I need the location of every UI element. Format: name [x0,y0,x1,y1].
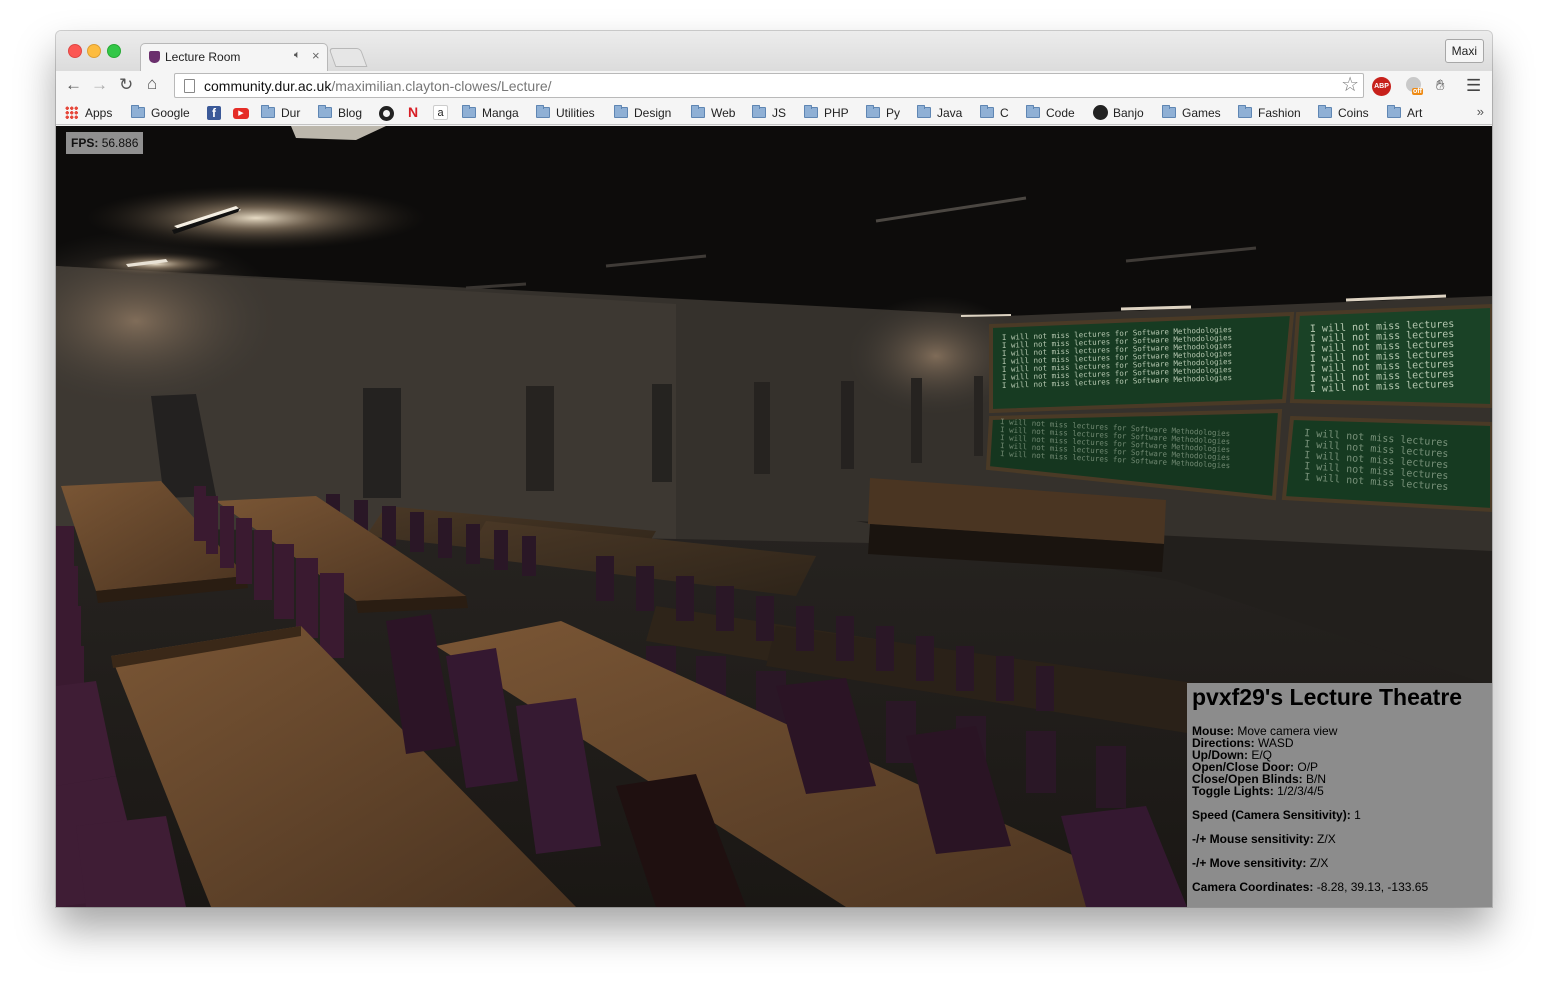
off-badge-icon[interactable]: off [1404,76,1426,98]
close-window-button[interactable] [68,44,82,58]
move-sensitivity-readout: -/+ Move sensitivity: Z/X [1192,856,1329,870]
controls-info-panel: pvxf29's Lecture Theatre Mouse: Move cam… [1187,683,1492,907]
folder-icon [131,105,145,118]
folder-icon [261,105,275,118]
netflix-icon: N [408,104,419,120]
bookmarks-bar: Apps Google f ▶ Dur Blog N a Manga Utili… [56,101,1492,125]
new-tab-button[interactable] [328,48,368,67]
url-host: community.dur.ac.uk [204,78,332,94]
profile-button[interactable]: Maxi [1444,39,1484,63]
folder-icon [804,105,818,118]
home-icon[interactable]: ⌂ [147,75,157,93]
toolbar: ← → ↻ ⌂ community.dur.ac.uk/maximilian.c… [56,71,1492,101]
youtube-icon: ▶ [233,108,249,119]
durham-crest-icon [149,51,160,63]
fps-value: 56.886 [101,136,139,150]
browser-window: Lecture Room 🔈︎ × Maxi ← → ↻ ⌂ community… [56,31,1492,907]
folder-icon [536,105,550,118]
address-bar[interactable]: community.dur.ac.uk/maximilian.clayton-c… [174,73,1364,98]
folder-icon [462,105,476,118]
bookmark-star-icon[interactable]: ☆ [1341,74,1359,96]
folder-icon [1238,105,1252,118]
ceiling-light [86,186,426,250]
adblock-plus-icon[interactable]: ABP [1372,77,1391,96]
page-icon [184,79,195,93]
fps-counter: FPS: 56.886 [66,132,144,154]
webgl-canvas[interactable]: I will not miss lectures for Software Me… [56,126,1492,907]
folder-icon [691,105,705,118]
speaker-icon[interactable]: 🔈︎ [294,49,301,62]
menu-icon[interactable]: ☰ [1466,76,1481,96]
url-text[interactable]: community.dur.ac.uk/maximilian.clayton-c… [204,78,552,94]
folder-icon [752,105,766,118]
speed-readout: Speed (Camera Sensitivity): 1 [1192,808,1361,822]
page-title: pvxf29's Lecture Theatre [1192,684,1463,710]
minimize-window-button[interactable] [87,44,101,58]
tab-title: Lecture Room [165,50,241,64]
amazon-icon: a [433,105,448,120]
mouse-sensitivity-readout: -/+ Mouse sensitivity: Z/X [1192,832,1336,846]
folder-icon [866,105,880,118]
close-icon[interactable]: × [312,48,320,63]
github-icon [379,106,394,121]
banjo-icon [1093,105,1108,120]
reload-icon[interactable]: ↻ [119,76,133,94]
maximize-window-button[interactable] [107,44,121,58]
forward-icon[interactable]: → [91,76,108,94]
bookmarks-overflow-icon[interactable]: » [1477,104,1484,119]
facebook-icon: f [207,106,221,120]
folder-icon [980,105,994,118]
hand-icon[interactable]: ✋︎ [1436,77,1445,94]
control-lights: Toggle Lights: 1/2/3/4/5 [1192,784,1324,798]
folder-icon [1026,105,1040,118]
folder-icon [1162,105,1176,118]
folder-icon [917,105,931,118]
folder-icon [614,105,628,118]
title-bar: Lecture Room 🔈︎ × Maxi [56,31,1492,71]
apps-grid-icon [65,106,78,119]
folder-icon [1318,105,1332,118]
url-path: /maximilian.clayton-clowes/Lecture/ [331,78,552,94]
folder-icon [318,105,332,118]
tab-lecture-room[interactable]: Lecture Room 🔈︎ × [140,43,328,71]
camera-coordinates-readout: Camera Coordinates: -8.28, 39.13, -133.6… [1192,880,1429,894]
folder-icon [1387,105,1401,118]
fps-label: FPS: [71,136,99,150]
back-icon[interactable]: ← [65,76,82,94]
